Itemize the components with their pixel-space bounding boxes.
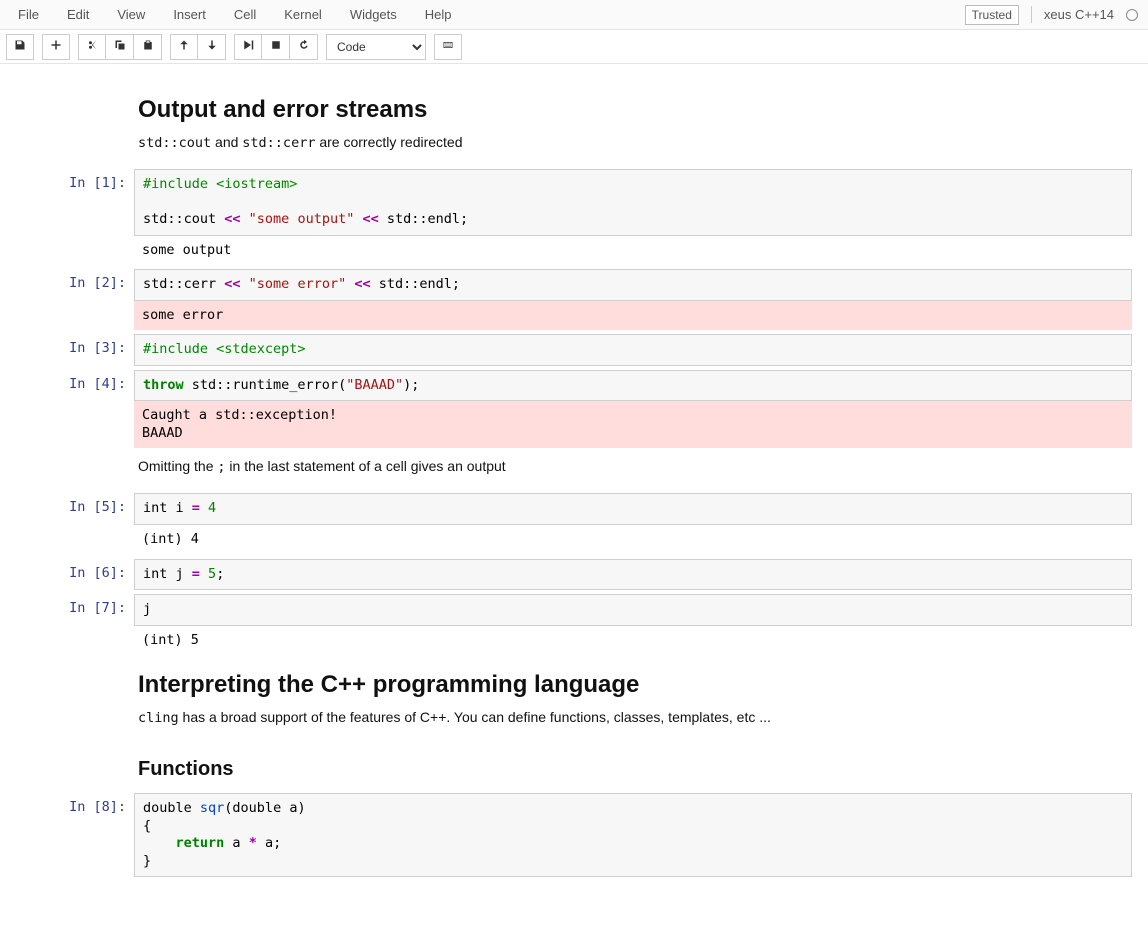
cut-button[interactable]	[78, 34, 106, 60]
markdown-cell[interactable]: . Interpreting the C++ programming langu…	[16, 659, 1132, 740]
output-stderr: Caught a std::exception! BAAAD	[134, 401, 1132, 448]
menu-widgets[interactable]: Widgets	[336, 1, 411, 28]
code-input[interactable]: #include <iostream> std::cout << "some o…	[134, 169, 1132, 236]
code-input[interactable]: int j = 5;	[134, 559, 1132, 591]
cell-type-select[interactable]: Code	[326, 34, 426, 60]
code-input[interactable]: j	[134, 594, 1132, 626]
prompt-empty: .	[16, 659, 134, 740]
code-input[interactable]: double sqr(double a) { return a * a; }	[134, 793, 1132, 877]
markdown-cell[interactable]: . Omitting the ; in the last statement o…	[16, 452, 1132, 489]
move-up-button[interactable]	[170, 34, 198, 60]
prompt: In [2]:	[16, 269, 134, 330]
code-cell[interactable]: In [6]: int j = 5;	[16, 559, 1132, 591]
kernel-indicator-icon[interactable]	[1126, 9, 1138, 21]
prompt: In [8]:	[16, 793, 134, 877]
output-stdout: (int) 4	[134, 525, 1132, 555]
code-cell[interactable]: In [1]: #include <iostream> std::cout <<…	[16, 169, 1132, 265]
restart-icon	[298, 39, 310, 54]
prompt: In [7]:	[16, 594, 134, 655]
notebook: . Output and error streams std::cout and…	[0, 64, 1148, 913]
markdown-body: Functions	[134, 744, 1132, 789]
prompt: In [3]:	[16, 334, 134, 366]
run-icon	[242, 39, 254, 54]
edit-group	[78, 34, 162, 60]
scissors-icon	[86, 39, 98, 54]
menu-view[interactable]: View	[103, 1, 159, 28]
arrow-up-icon	[178, 39, 190, 54]
prompt-empty: .	[16, 452, 134, 489]
paste-icon	[142, 39, 154, 54]
output-stdout: some output	[134, 236, 1132, 266]
run-group	[234, 34, 318, 60]
markdown-paragraph: std::cout and std::cerr are correctly re…	[138, 134, 1128, 151]
save-group	[6, 34, 34, 60]
move-group	[170, 34, 226, 60]
copy-button[interactable]	[106, 34, 134, 60]
menubar-left: File Edit View Insert Cell Kernel Widget…	[4, 1, 466, 28]
menu-kernel[interactable]: Kernel	[270, 1, 336, 28]
prompt: In [6]:	[16, 559, 134, 591]
menu-cell[interactable]: Cell	[220, 1, 270, 28]
command-palette-button[interactable]	[434, 34, 462, 60]
code-input[interactable]: int i = 4	[134, 493, 1132, 525]
save-icon	[14, 39, 26, 54]
restart-button[interactable]	[290, 34, 318, 60]
paste-button[interactable]	[134, 34, 162, 60]
inline-code: std::cerr	[242, 135, 315, 151]
markdown-cell[interactable]: . Output and error streams std::cout and…	[16, 84, 1132, 165]
move-down-button[interactable]	[198, 34, 226, 60]
code-cell[interactable]: In [3]: #include <stdexcept>	[16, 334, 1132, 366]
prompt: In [5]:	[16, 493, 134, 554]
menu-edit[interactable]: Edit	[53, 1, 103, 28]
stop-icon	[270, 39, 282, 54]
code-cell[interactable]: In [8]: double sqr(double a) { return a …	[16, 793, 1132, 877]
cmd-group	[434, 34, 462, 60]
keyboard-icon	[442, 39, 454, 54]
code-cell[interactable]: In [4]: throw std::runtime_error("BAAAD"…	[16, 370, 1132, 449]
plus-icon	[50, 39, 62, 54]
kernel-name[interactable]: xeus C++14	[1044, 7, 1114, 22]
menubar-right: Trusted xeus C++14	[965, 5, 1144, 25]
prompt-empty: .	[16, 84, 134, 165]
save-button[interactable]	[6, 34, 34, 60]
inline-code: ;	[217, 459, 225, 475]
code-cell[interactable]: In [7]: j (int) 5	[16, 594, 1132, 655]
heading-output-streams: Output and error streams	[138, 96, 1128, 124]
menu-help[interactable]: Help	[411, 1, 466, 28]
code-input[interactable]: #include <stdexcept>	[134, 334, 1132, 366]
markdown-body: Output and error streams std::cout and s…	[134, 84, 1132, 165]
kernel-separator	[1031, 6, 1032, 23]
markdown-cell[interactable]: . Functions	[16, 744, 1132, 789]
menu-insert[interactable]: Insert	[159, 1, 220, 28]
toolbar: Code	[0, 30, 1148, 64]
markdown-paragraph: Omitting the ; in the last statement of …	[138, 458, 1128, 475]
code-input[interactable]: std::cerr << "some error" << std::endl;	[134, 269, 1132, 301]
code-cell[interactable]: In [5]: int i = 4 (int) 4	[16, 493, 1132, 554]
code-input[interactable]: throw std::runtime_error("BAAAD");	[134, 370, 1132, 402]
arrow-down-icon	[206, 39, 218, 54]
heading-functions: Functions	[138, 758, 1128, 781]
menu-file[interactable]: File	[4, 1, 53, 28]
markdown-paragraph: cling has a broad support of the feature…	[138, 709, 1128, 726]
menubar: File Edit View Insert Cell Kernel Widget…	[0, 0, 1148, 30]
insert-cell-button[interactable]	[42, 34, 70, 60]
output-stdout: (int) 5	[134, 626, 1132, 656]
inline-code: cling	[138, 710, 179, 726]
prompt: In [1]:	[16, 169, 134, 265]
inline-code: std::cout	[138, 135, 211, 151]
trusted-badge[interactable]: Trusted	[965, 5, 1019, 25]
code-cell[interactable]: In [2]: std::cerr << "some error" << std…	[16, 269, 1132, 330]
markdown-body: Interpreting the C++ programming languag…	[134, 659, 1132, 740]
run-button[interactable]	[234, 34, 262, 60]
interrupt-button[interactable]	[262, 34, 290, 60]
heading-interpreting: Interpreting the C++ programming languag…	[138, 671, 1128, 699]
prompt-empty: .	[16, 744, 134, 789]
markdown-body: Omitting the ; in the last statement of …	[134, 452, 1132, 489]
output-stderr: some error	[134, 301, 1132, 331]
prompt: In [4]:	[16, 370, 134, 449]
add-group	[42, 34, 70, 60]
copy-icon	[114, 39, 126, 54]
